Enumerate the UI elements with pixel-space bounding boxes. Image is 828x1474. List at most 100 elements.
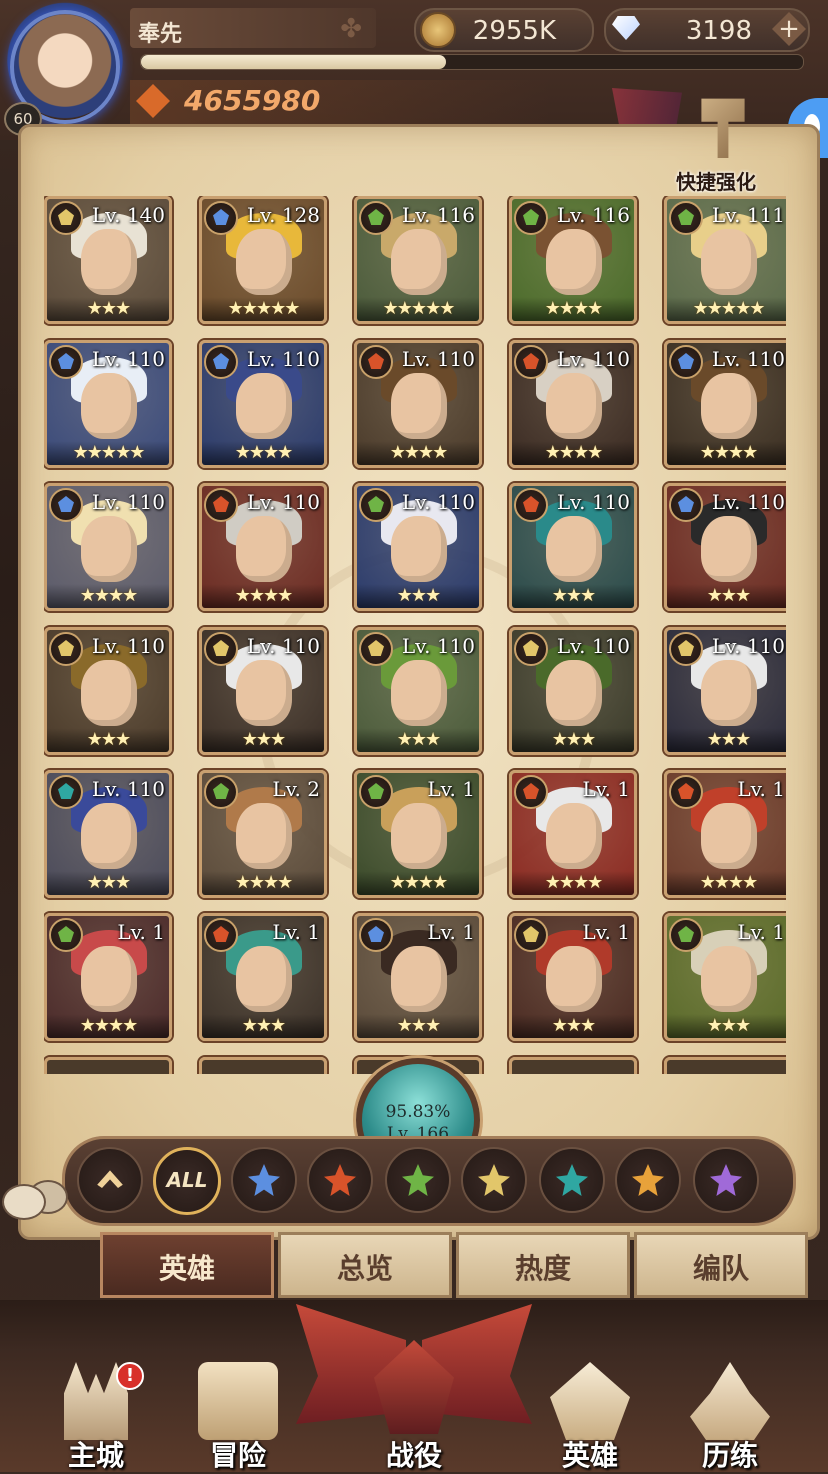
hero-card[interactable]: Lv. 110 ★★★ [664,483,786,611]
filter-hypogean-button[interactable] [693,1147,759,1213]
player-name-box[interactable]: 奉先 ✤ [130,8,376,48]
hero-card[interactable]: Lv. 110 ★★★ [199,627,327,755]
hero-card[interactable]: Lv. 1 ★★★ [199,913,327,1041]
hero-card[interactable]: Lv. 110 ★★★ [354,627,482,755]
chat-button[interactable] [2,1176,68,1228]
add-diamonds-button[interactable]: + [772,12,806,46]
hero-level: Lv. 1 [272,920,320,944]
hero-face [236,946,292,1012]
power-value: 4655980 [184,84,321,117]
faction-icon [669,775,703,809]
quick-enhance-label: 快捷强化 [676,170,756,194]
hero-level: Lv. 140 [91,203,165,227]
hero-face [236,229,292,295]
filter-all-button[interactable]: ALL [153,1147,221,1215]
filter-celestial-button[interactable] [461,1147,527,1213]
quick-enhance-button[interactable]: 快捷强化 [668,92,778,202]
hero-card[interactable]: Lv. 110 ★★★ [44,627,172,755]
nav-adventure[interactable]: 冒险 [176,1362,300,1472]
nav-city-label: 主城 [67,1439,124,1472]
hero-card[interactable]: Lv. 140 ★★★ [44,196,172,324]
hero-card[interactable]: Lv. 116 ★★★★★ [354,196,482,324]
hero-level: Lv. 1 [427,777,475,801]
hero-card[interactable]: Lv. 110 ★★★ [354,483,482,611]
filter-lightbearer-button[interactable] [615,1147,681,1213]
hero-face [81,946,137,1012]
tab-heroes[interactable]: 英雄 [100,1232,274,1298]
nav-campaign[interactable]: 战役 [296,1284,532,1472]
hero-card[interactable]: Lv. 110 ★★★★ [354,340,482,468]
hero-stars: ★★★ [202,728,324,752]
hero-level: Lv. 110 [401,490,475,514]
hero-card[interactable]: Lv. 110 ★★★★ [44,483,172,611]
hero-level: Lv. 110 [246,490,320,514]
hero-card[interactable]: Lv. 110 ★★★ [509,483,637,611]
hero-card[interactable]: Lv. 1 ★★★ [509,913,637,1041]
hero-card[interactable]: Lv. 110 ★★★ [664,627,786,755]
hero-card[interactable]: Lv. 128 ★★★★★ [199,196,327,324]
hero-stars: ★★★ [667,1014,786,1038]
hero-stars: ★★★★ [202,871,324,895]
hero-card[interactable]: Lv. 1 ★★★★ [509,770,637,898]
faction-icon [359,488,393,522]
hero-card[interactable] [199,1057,327,1074]
hero-stars: ★★★ [357,584,479,608]
hero-card[interactable] [44,1057,172,1074]
hero-stars: ★★★ [512,728,634,752]
faction-icon [49,632,83,666]
mauler-icon [324,1164,356,1196]
hero-card[interactable]: Lv. 110 ★★★ [44,770,172,898]
tab-formation[interactable]: 编队 [634,1232,808,1298]
hero-card[interactable]: Lv. 1 ★★★★ [354,770,482,898]
hero-card[interactable]: Lv. 110 ★★★ [509,627,637,755]
hero-stars: ★★★★★ [202,297,324,321]
tab-formation-label: 编队 [692,1252,749,1285]
collapse-filter-button[interactable] [77,1147,143,1213]
nav-trials[interactable]: 历练 [668,1362,792,1472]
hero-face [81,373,137,439]
hero-face [391,229,447,295]
faction-icon [49,345,83,379]
filter-wilder-button[interactable] [385,1147,451,1213]
hero-stars: ★★★★ [47,1014,169,1038]
hero-face [701,803,757,869]
faction-icon [49,775,83,809]
hero-card[interactable]: Lv. 1 ★★★★ [664,770,786,898]
hero-card[interactable]: Lv. 110 ★★★★ [664,340,786,468]
hero-card[interactable]: Lv. 110 ★★★★ [199,483,327,611]
faction-icon [359,345,393,379]
hero-card[interactable]: Lv. 116 ★★★★ [509,196,637,324]
hero-face [391,803,447,869]
gold-counter[interactable]: 2955K [414,8,594,52]
hero-card[interactable]: Lv. 110 ★★★★ [509,340,637,468]
diamond-counter[interactable]: 3198 + [604,8,810,52]
hero-card[interactable] [509,1057,637,1074]
hero-card[interactable]: Lv. 111 ★★★★★ [664,196,786,324]
hero-card[interactable]: Lv. 1 ★★★ [354,913,482,1041]
hero-card[interactable]: Lv. 110 ★★★★★ [44,340,172,468]
filter-mauler-button[interactable] [307,1147,373,1213]
hero-stars: ★★★ [357,1014,479,1038]
hero-face [701,516,757,582]
hero-level: Lv. 110 [91,490,165,514]
hero-stars: ★★★★ [202,584,324,608]
wizard-hat-icon [690,1362,770,1440]
trident-icon [248,1164,280,1196]
experience-fill [141,55,446,69]
hero-card[interactable]: Lv. 1 ★★★ [664,913,786,1041]
hero-card[interactable]: Lv. 110 ★★★★ [199,340,327,468]
hero-card[interactable]: Lv. 1 ★★★★ [44,913,172,1041]
hero-level: Lv. 110 [91,347,165,371]
nav-heroes[interactable]: 英雄 [528,1362,652,1472]
hero-card[interactable]: Lv. 2 ★★★★ [199,770,327,898]
faction-icon [49,201,83,235]
hero-face [701,229,757,295]
hero-face [391,946,447,1012]
hero-face [236,803,292,869]
filter-graveborn-button[interactable] [539,1147,605,1213]
nav-campaign-label: 战役 [385,1439,442,1472]
hero-face [81,803,137,869]
filter-blue-faction-button[interactable] [231,1147,297,1213]
hero-card[interactable] [664,1057,786,1074]
hero-level: Lv. 110 [246,347,320,371]
